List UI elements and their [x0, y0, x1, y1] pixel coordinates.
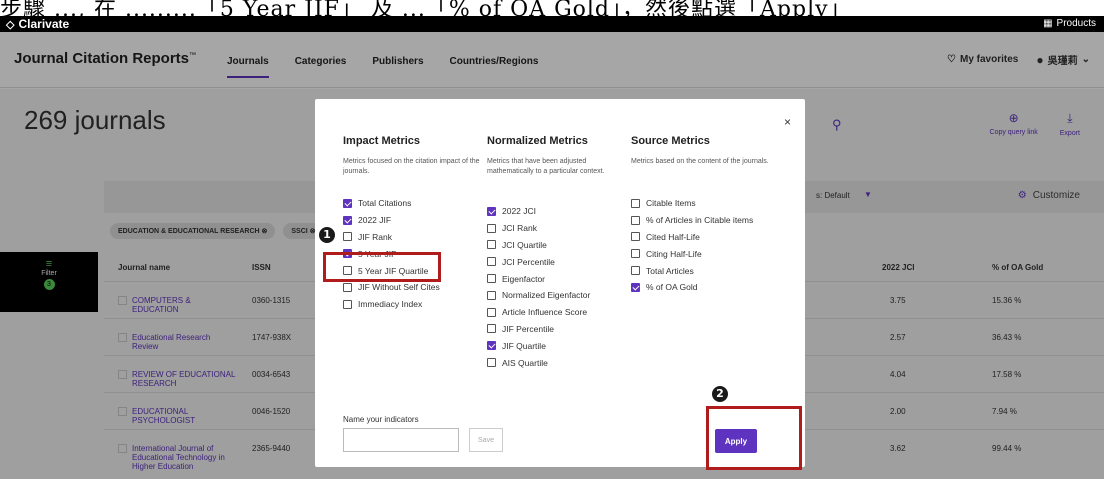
step-2-badge: 2 [712, 386, 728, 402]
metric-option[interactable]: JIF Rank [343, 229, 483, 246]
products-menu[interactable]: ▦ Products [1043, 18, 1096, 29]
metric-option[interactable]: AIS Quartile [487, 354, 627, 371]
metric-checkbox[interactable] [631, 282, 640, 292]
impact-metrics-column: Impact Metrics Metrics focused on the ci… [343, 135, 483, 313]
metric-label: % of OA Gold [646, 282, 698, 293]
metric-label: Citing Half-Life [646, 248, 702, 259]
metric-checkbox[interactable] [631, 266, 640, 276]
metric-option[interactable]: JIF Percentile [487, 321, 627, 338]
metric-checkbox[interactable] [631, 215, 640, 225]
metric-label: AIS Quartile [502, 357, 548, 368]
metric-checkbox[interactable] [487, 274, 496, 284]
metric-label: JIF Quartile [502, 340, 546, 351]
metric-checkbox[interactable] [487, 240, 496, 250]
highlight-apply [706, 406, 802, 470]
column-description: Metrics based on the content of the jour… [631, 158, 769, 165]
metric-checkbox[interactable] [487, 223, 496, 233]
metric-option[interactable]: 2022 JIF [343, 212, 483, 229]
metric-checkbox[interactable] [487, 307, 496, 317]
metric-option[interactable]: Total Articles [631, 262, 771, 279]
metric-checkbox[interactable] [343, 282, 352, 292]
options-list: 2022 JCI JCI Rank JCI Quartile JCI Percenti… [487, 203, 627, 371]
metric-checkbox[interactable] [487, 206, 496, 216]
metric-checkbox[interactable] [487, 358, 496, 368]
metric-option[interactable]: JIF Quartile [487, 337, 627, 354]
normalized-metrics-column: Normalized Metrics Metrics that have bee… [487, 135, 627, 371]
source-metrics-column: Source Metrics Metrics based on the cont… [631, 135, 771, 296]
metric-option[interactable]: Citing Half-Life [631, 245, 771, 262]
brand[interactable]: ◇ Clarivate [6, 17, 69, 31]
metric-checkbox[interactable] [487, 341, 496, 351]
step-1-badge: 1 [319, 227, 335, 243]
metric-checkbox[interactable] [631, 249, 640, 259]
metric-option[interactable]: Normalized Eigenfactor [487, 287, 627, 304]
metric-option[interactable]: JCI Rank [487, 220, 627, 237]
column-description: Metrics focused on the citation impact o… [343, 158, 480, 175]
metric-label: JCI Percentile [502, 256, 555, 267]
metric-label: % of Articles in Citable items [646, 215, 754, 226]
metric-checkbox[interactable] [343, 198, 352, 208]
caption-text: 步驟 ..., 在 .........「5 Year JIF」 及 ...「% … [0, 0, 852, 16]
metric-option[interactable]: Immediacy Index [343, 296, 483, 313]
metric-label: JIF Without Self Cites [358, 282, 440, 293]
column-title: Source Metrics [631, 135, 710, 147]
metric-label: JIF Rank [358, 231, 393, 242]
metric-checkbox[interactable] [631, 232, 640, 242]
column-title: Impact Metrics [343, 135, 421, 147]
metric-label: Total Citations [358, 198, 412, 209]
column-title: Normalized Metrics [487, 135, 588, 147]
metric-checkbox[interactable] [487, 257, 496, 267]
name-indicators-label: Name your indicators [343, 415, 419, 424]
instruction-caption: 步驟 ..., 在 .........「5 Year JIF」 及 ...「% … [0, 0, 1104, 16]
metric-label: Immediacy Index [358, 299, 423, 310]
metric-checkbox[interactable] [487, 324, 496, 334]
metric-label: Citable Items [646, 198, 696, 209]
options-list: Citable Items % of Articles in Citable it… [631, 195, 771, 296]
metric-checkbox[interactable] [631, 198, 640, 208]
metric-option[interactable]: Article Influence Score [487, 304, 627, 321]
metric-label: JCI Quartile [502, 239, 547, 250]
metric-label: Cited Half-Life [646, 231, 700, 242]
brand-name: Clarivate [18, 17, 70, 31]
name-indicators-input[interactable] [343, 428, 459, 452]
metric-option[interactable]: Eigenfactor [487, 270, 627, 287]
column-description: Metrics that have been adjusted mathemat… [487, 158, 605, 175]
clarivate-logo-icon: ◇ [6, 18, 15, 31]
metric-option[interactable]: Total Citations [343, 195, 483, 212]
metric-checkbox[interactable] [343, 232, 352, 242]
metric-label: JIF Percentile [502, 323, 554, 334]
metric-label: Total Articles [646, 265, 694, 276]
close-icon[interactable]: × [784, 115, 791, 129]
metric-checkbox[interactable] [343, 299, 352, 309]
metric-option[interactable]: Citable Items [631, 195, 771, 212]
metric-option[interactable]: JCI Quartile [487, 237, 627, 254]
metric-option[interactable]: % of OA Gold [631, 279, 771, 296]
metric-checkbox[interactable] [487, 290, 496, 300]
products-label: Products [1056, 18, 1096, 29]
highlight-5-year-jif [323, 252, 441, 282]
save-button[interactable]: Save [469, 428, 503, 452]
metric-option[interactable]: JCI Percentile [487, 253, 627, 270]
metric-label: Article Influence Score [502, 307, 588, 318]
metric-option[interactable]: Cited Half-Life [631, 229, 771, 246]
metric-option[interactable]: 2022 JCI [487, 203, 627, 220]
metric-checkbox[interactable] [343, 215, 352, 225]
metric-label: Normalized Eigenfactor [502, 290, 591, 301]
grid-icon: ▦ [1043, 18, 1053, 29]
brand-bar: ◇ Clarivate ▦ Products [0, 16, 1104, 32]
metric-label: 2022 JIF [358, 215, 392, 226]
metric-label: JCI Rank [502, 223, 537, 234]
metric-label: 2022 JCI [502, 206, 537, 217]
metric-label: Eigenfactor [502, 273, 545, 284]
metric-option[interactable]: % of Articles in Citable items [631, 212, 771, 229]
